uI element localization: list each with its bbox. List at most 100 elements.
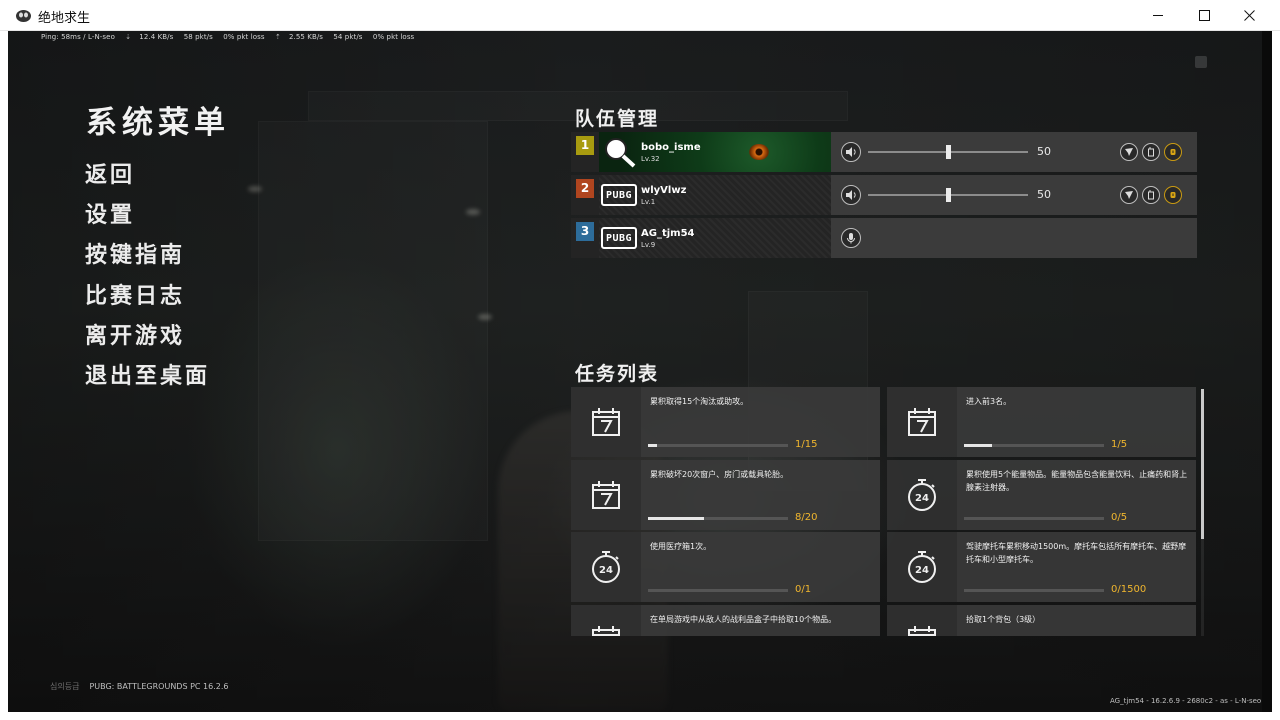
mission-progress-fill — [648, 444, 657, 447]
mission-description: 拾取1个背包（3级） — [966, 615, 1041, 624]
menu-item-exit-desktop[interactable]: 退出至桌面 — [85, 358, 210, 390]
mute-player-button[interactable] — [1142, 143, 1160, 161]
player-nameplate[interactable]: 3 PUBG AG_tjm54 Lv.9 — [571, 218, 831, 258]
viewport-edge — [1262, 31, 1272, 712]
mission-card[interactable]: 累积取得15个淘汰或助攻。 1/15 — [571, 387, 880, 457]
volume-slider-thumb[interactable] — [946, 145, 951, 159]
mission-progress-count: 0/1 — [795, 584, 812, 595]
team-member-row: 1 bobo_isme Lv.32 50 — [571, 132, 1197, 172]
player-nameplate[interactable]: 2 PUBG wlyVlwz Lv.1 — [571, 175, 831, 215]
player-name: wlyVlwz — [641, 185, 687, 196]
report-player-button[interactable] — [1164, 186, 1182, 204]
player-name: AG_tjm54 — [641, 228, 695, 239]
download-loss: 0% pkt loss — [223, 33, 265, 41]
mission-card[interactable]: 进入前3名。 1/5 — [887, 387, 1196, 457]
svg-text:24: 24 — [915, 493, 929, 504]
mission-card[interactable]: 在单局游戏中从敌人的战利品盒子中拾取10个物品。 — [571, 605, 880, 636]
team-member-row: 3 PUBG AG_tjm54 Lv.9 — [571, 218, 1197, 258]
upload-arrow-icon: ⇡ — [274, 33, 281, 41]
speaker-toggle-button[interactable] — [841, 185, 861, 205]
location-arrow-icon — [1125, 191, 1133, 199]
window-titlebar: 绝地求生 — [0, 0, 1280, 31]
walkie-talkie-icon — [1148, 190, 1154, 200]
mission-card[interactable]: 24 使用医疗箱1次。 0/1 — [571, 532, 880, 602]
speaker-toggle-button[interactable] — [841, 142, 861, 162]
location-arrow-icon — [1125, 148, 1133, 156]
upload-loss: 0% pkt loss — [372, 33, 415, 41]
download-packets: 58 pkt/s — [183, 33, 213, 41]
calendar-7-icon — [592, 481, 620, 509]
mission-card[interactable]: 累积破坏20次窗户、房门或载具轮胎。 8/20 — [571, 460, 880, 530]
slot-number-badge: 3 — [576, 222, 594, 241]
top-right-hint — [1195, 56, 1207, 68]
mission-progress-bar — [648, 444, 788, 447]
pubg-logo-icon: PUBG — [601, 184, 637, 206]
player-level: Lv.9 — [641, 241, 656, 249]
mission-icon — [571, 605, 641, 636]
mission-card[interactable]: 24 累积使用5个能量物品。能量物品包含能量饮料、止痛药和肾上腺素注射器。 0/5 — [887, 460, 1196, 530]
mission-list[interactable]: 累积取得15个淘汰或助攻。 1/15 进入前3名。 1/5 累积破坏20次窗户、房门或载… — [571, 387, 1197, 636]
mission-progress-fill — [964, 444, 992, 447]
slot-number-badge: 1 — [576, 136, 594, 155]
volume-slider-thumb[interactable] — [946, 188, 951, 202]
volume-value: 50 — [1037, 145, 1051, 158]
maximize-icon — [1198, 10, 1210, 21]
ping-readout: Ping: 58ms / L-N-seo — [41, 33, 115, 41]
mission-icon — [571, 387, 641, 457]
maximize-button[interactable] — [1181, 0, 1227, 31]
age-rating-label: 심의등급 — [50, 682, 80, 691]
mission-card[interactable]: 24 驾驶摩托车累积移动1500m。摩托车包括所有摩托车、越野摩托车和小型摩托车。… — [887, 532, 1196, 602]
team-member-row: 2 PUBG wlyVlwz Lv.1 50 — [571, 175, 1197, 215]
mission-progress-bar — [964, 517, 1104, 520]
menu-item-return[interactable]: 返回 — [85, 157, 135, 189]
speaker-icon — [846, 147, 856, 157]
calendar-7-icon — [908, 626, 936, 636]
menu-item-match-log[interactable]: 比赛日志 — [85, 278, 185, 310]
mission-description: 在单局游戏中从敌人的战利品盒子中拾取10个物品。 — [650, 615, 837, 624]
mission-progress-count: 1/5 — [1111, 439, 1128, 450]
key-hint-icon — [1195, 56, 1207, 68]
mission-progress-fill — [648, 517, 704, 520]
mission-progress-bar — [648, 517, 788, 520]
player-level: Lv.32 — [641, 155, 660, 163]
stopwatch-24-icon: 24 — [908, 479, 936, 511]
mission-progress-count: 1/15 — [795, 439, 818, 450]
stopwatch-24-icon: 24 — [908, 551, 936, 583]
mute-player-button[interactable] — [1142, 186, 1160, 204]
mission-scrollbar[interactable] — [1201, 389, 1204, 636]
map-marker-button[interactable] — [1120, 186, 1138, 204]
upload-rate: 2.55 KB/s — [288, 33, 324, 41]
minimize-button[interactable] — [1135, 0, 1181, 31]
close-button[interactable] — [1226, 0, 1272, 31]
calendar-7-icon — [592, 626, 620, 636]
microphone-toggle-button[interactable] — [841, 228, 861, 248]
calendar-7-icon — [908, 408, 936, 436]
pubg-logo-icon: PUBG — [601, 227, 637, 249]
mission-description: 累积使用5个能量物品。能量物品包含能量饮料、止痛药和肾上腺素注射器。 — [966, 470, 1188, 492]
menu-item-leave-game[interactable]: 离开游戏 — [85, 318, 185, 350]
report-player-button[interactable] — [1164, 143, 1182, 161]
mission-description: 累积取得15个淘汰或助攻。 — [650, 397, 749, 406]
menu-item-key-guide[interactable]: 按键指南 — [85, 237, 185, 269]
mission-icon — [887, 605, 957, 636]
mission-description: 进入前3名。 — [966, 397, 1012, 406]
team-management-title: 队伍管理 — [575, 108, 660, 130]
player-level: Lv.1 — [641, 198, 656, 206]
mission-card[interactable]: 拾取1个背包（3级） — [887, 605, 1196, 636]
system-menu-title: 系统菜单 — [86, 105, 230, 141]
map-marker-button[interactable] — [1120, 143, 1138, 161]
mission-icon — [887, 387, 957, 457]
mission-icon — [571, 460, 641, 530]
mission-progress-bar — [964, 589, 1104, 592]
player-nameplate[interactable]: 1 bobo_isme Lv.32 — [571, 132, 831, 172]
mission-description: 累积破坏20次窗户、房门或载具轮胎。 — [650, 470, 789, 479]
window-title: 绝地求生 — [38, 11, 91, 26]
minimize-icon — [1152, 15, 1163, 16]
magnifier-emblem-icon — [605, 138, 636, 168]
alert-bell-icon — [1170, 192, 1176, 198]
build-info: AG_tjm54 - 16.2.6.9 - 2680c2 - as - L-N-… — [1110, 697, 1262, 705]
microphone-icon — [847, 233, 855, 244]
mission-scrollbar-thumb[interactable] — [1201, 389, 1204, 539]
menu-item-settings[interactable]: 设置 — [85, 197, 135, 229]
calendar-7-icon — [592, 408, 620, 436]
